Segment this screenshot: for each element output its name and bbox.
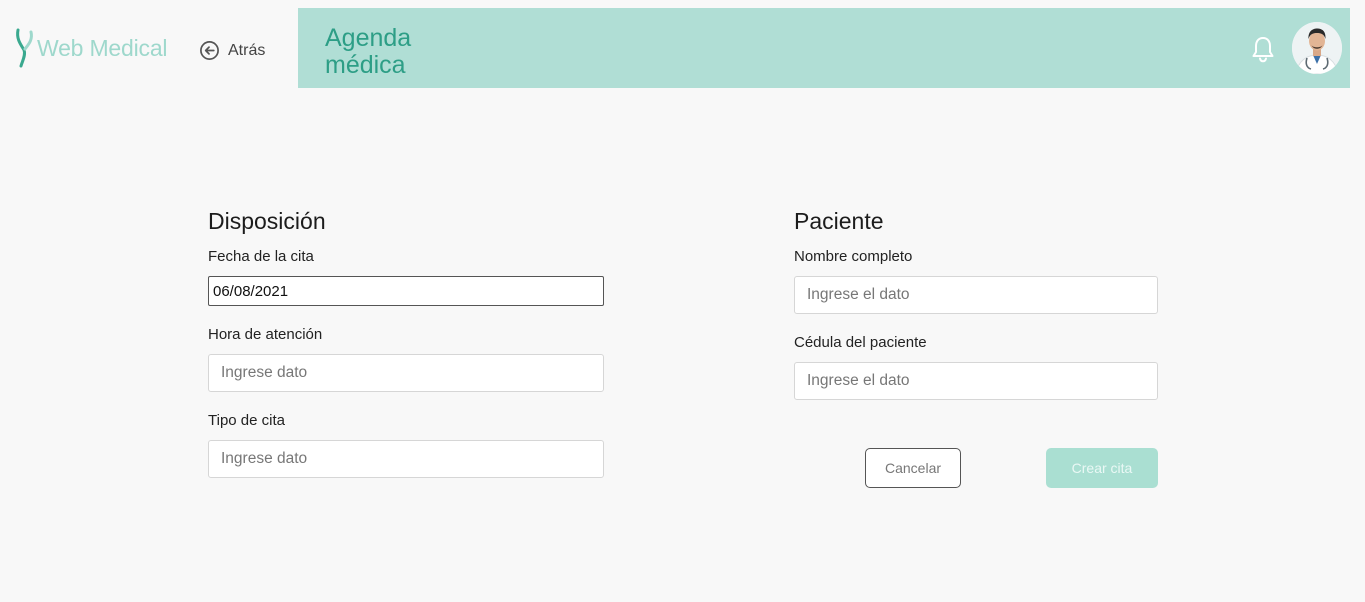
nombre-label: Nombre completo <box>794 248 913 265</box>
paciente-title: Paciente <box>794 208 884 234</box>
tipo-label: Tipo de cita <box>208 412 285 429</box>
nombre-input[interactable] <box>794 276 1158 314</box>
brand-name: Web Medical <box>37 34 168 61</box>
cedula-input[interactable] <box>794 362 1158 400</box>
fecha-input[interactable] <box>208 276 604 306</box>
arrow-left-circle-icon <box>200 41 219 60</box>
back-button[interactable]: Atrás <box>199 40 265 61</box>
cancel-button[interactable]: Cancelar <box>865 448 961 488</box>
create-appointment-button[interactable]: Crear cita <box>1046 448 1158 488</box>
header-bar: Agenda médica <box>298 8 1350 88</box>
hora-label: Hora de atención <box>208 326 323 343</box>
cedula-label: Cédula del paciente <box>794 334 927 351</box>
hora-input[interactable] <box>208 354 604 392</box>
tipo-input[interactable] <box>208 440 604 478</box>
doctor-avatar[interactable] <box>1292 22 1342 74</box>
fecha-label: Fecha de la cita <box>208 248 314 265</box>
page-title: Agenda médica <box>325 24 412 79</box>
bell-icon[interactable] <box>1250 35 1276 63</box>
back-label: Atrás <box>228 41 266 59</box>
leaf-logo-icon <box>16 28 33 68</box>
disposicion-title: Disposición <box>208 208 326 234</box>
brand-logo[interactable]: Web Medical <box>14 28 168 68</box>
